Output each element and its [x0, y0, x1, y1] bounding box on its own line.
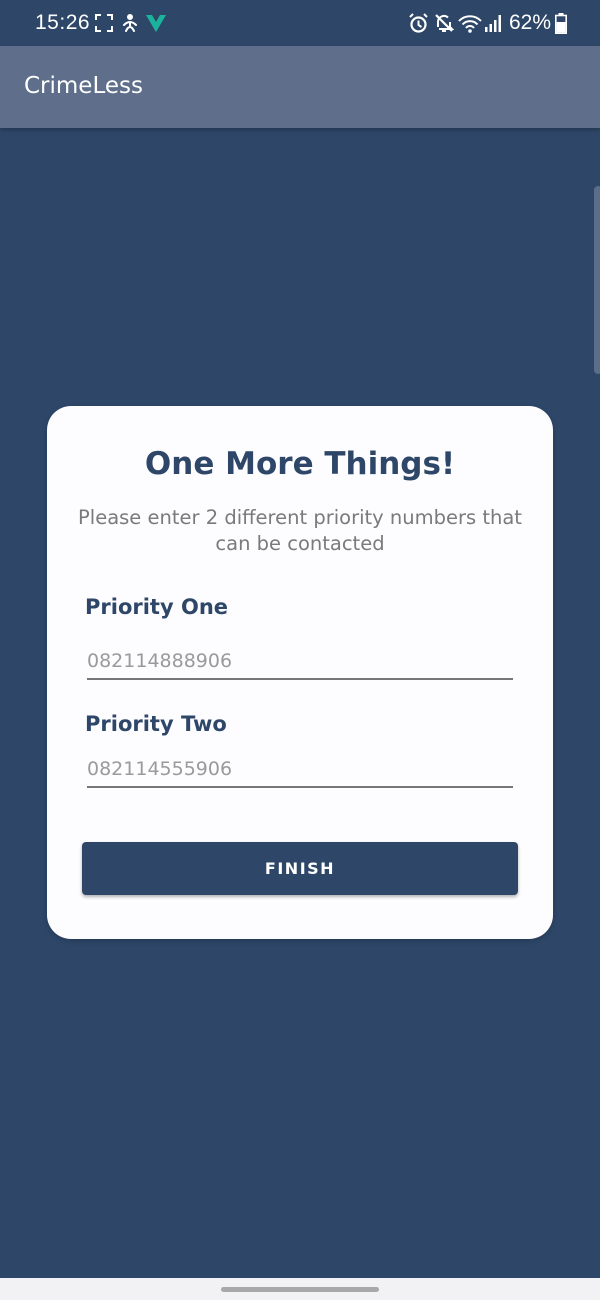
priority-numbers-card: One More Things! Please enter 2 differen…	[47, 406, 553, 939]
home-gesture-handle[interactable]	[221, 1287, 379, 1292]
alarm-icon	[409, 13, 428, 33]
card-title: One More Things!	[144, 446, 456, 482]
scrollbar-thumb[interactable]	[594, 186, 600, 374]
finish-button[interactable]: FINISH	[82, 842, 518, 895]
accessibility-icon	[123, 14, 137, 32]
app-title: CrimeLess	[24, 73, 143, 99]
screenshot-icon	[95, 14, 113, 32]
status-time: 15:26	[35, 11, 91, 34]
vpn-shield-icon	[146, 15, 166, 32]
priority-one-label: Priority One	[85, 595, 229, 619]
app-bar: CrimeLess	[0, 46, 600, 128]
card-subtitle: Please enter 2 different priority number…	[78, 506, 522, 555]
wifi-icon	[458, 15, 482, 33]
signal-icon	[485, 15, 501, 32]
battery-icon	[555, 13, 567, 34]
priority-two-label: Priority Two	[85, 712, 227, 736]
status-bar: 15:26 62%	[0, 0, 600, 46]
mute-icon	[435, 14, 454, 32]
battery-percentage: 62%	[509, 11, 552, 34]
priority-one-input[interactable]	[87, 644, 513, 680]
priority-two-input[interactable]	[87, 752, 513, 788]
navigation-bar	[0, 1278, 600, 1300]
